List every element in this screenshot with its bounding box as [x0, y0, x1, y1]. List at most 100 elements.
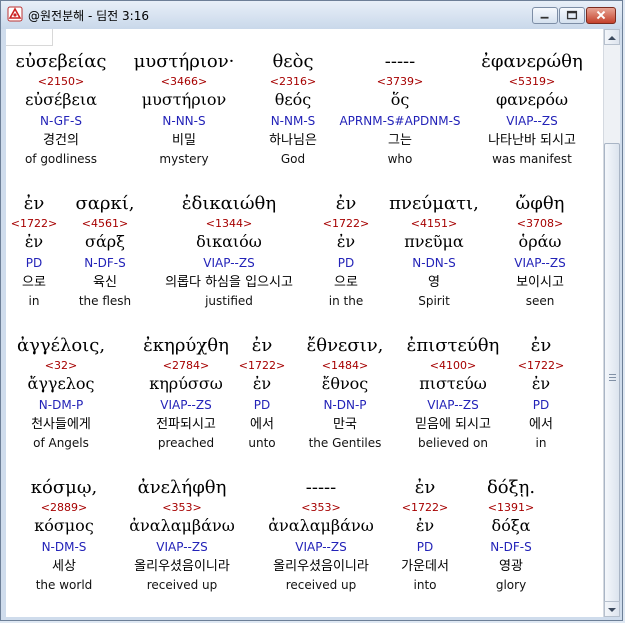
- english-gloss: of godliness: [24, 152, 98, 166]
- korean-gloss: 의롭다 하심을 입으시고: [165, 275, 293, 290]
- strong-number: <2316>: [269, 75, 317, 88]
- lemma: ἐν: [24, 232, 44, 251]
- english-gloss: the world: [35, 578, 93, 592]
- vertical-scrollbar[interactable]: [603, 29, 620, 617]
- lemma: ἐν: [252, 374, 272, 393]
- lemma: ἐν: [531, 374, 551, 393]
- english-gloss: glory: [495, 578, 527, 592]
- korean-gloss: 비밀: [172, 133, 196, 148]
- english-gloss: justified: [205, 294, 253, 308]
- app-logo-icon: [7, 6, 23, 22]
- strong-number: <2889>: [40, 501, 88, 514]
- strong-number: <353>: [162, 501, 202, 514]
- app-window: @원전분해 - 딤전 3:16 εὐσεβείας <2150> εὐσέβεια N…: [0, 0, 623, 621]
- strong-number: <3466>: [160, 75, 208, 88]
- lemma: εὐσέβεια: [25, 90, 97, 109]
- greek-word: -----: [384, 51, 416, 72]
- korean-gloss: 으로: [22, 275, 46, 290]
- window-title: @원전분해 - 딤전 3:16: [28, 9, 149, 23]
- morphology-code: N-DF-S: [490, 540, 532, 554]
- lemma: δόξα: [491, 516, 531, 535]
- strong-number: <1722>: [238, 359, 286, 372]
- greek-word: ἐν: [335, 193, 357, 214]
- greek-word: ἐν: [530, 335, 552, 356]
- maximize-button[interactable]: [559, 7, 585, 24]
- english-gloss: the Gentiles: [308, 436, 382, 450]
- greek-word: ἐφανερώθη: [481, 51, 583, 72]
- greek-word: ἔθνεσιν,: [306, 335, 384, 356]
- greek-word: σαρκί,: [75, 193, 135, 214]
- greek-word: εὐσεβείας: [15, 51, 107, 72]
- greek-word: πνεύματι,: [389, 193, 479, 214]
- strong-number: <2784>: [162, 359, 210, 372]
- greek-word: ὤφθη: [515, 193, 565, 214]
- korean-gloss: 올리우셨음이니라: [134, 559, 230, 574]
- scroll-thumb[interactable]: [604, 143, 620, 613]
- strong-number: <1722>: [322, 217, 370, 230]
- strong-number: <2150>: [37, 75, 85, 88]
- strong-number: <1391>: [487, 501, 535, 514]
- title-bar[interactable]: @원전분해 - 딤전 3:16: [1, 1, 622, 29]
- interlinear-panel: εὐσεβείας <2150> εὐσέβεια N-GF-S 경건의 of godli…: [6, 29, 603, 617]
- morphology-code: N-DN-S: [412, 256, 456, 270]
- english-gloss: in: [535, 436, 547, 450]
- english-gloss: who: [387, 152, 413, 166]
- morphology-code: VIAP--ZS: [156, 540, 208, 554]
- strong-number: <32>: [44, 359, 78, 372]
- close-icon: [596, 10, 606, 20]
- korean-gloss: 전파되시고: [156, 417, 216, 432]
- lemma: ἀναλαμβάνω: [268, 516, 374, 535]
- morphology-code: VIAP--ZS: [203, 256, 255, 270]
- korean-gloss: 가운데서: [401, 559, 449, 574]
- scroll-down-button[interactable]: [604, 601, 620, 617]
- lemma: ἄγγελος: [27, 374, 95, 393]
- english-gloss: seen: [525, 294, 555, 308]
- top-left-blank: [6, 29, 53, 46]
- korean-gloss: 에서: [250, 417, 274, 432]
- maximize-icon: [566, 10, 578, 20]
- greek-word: δόξῃ.: [486, 477, 536, 498]
- lemma: ἀναλαμβάνω: [129, 516, 235, 535]
- greek-word: ἐδικαιώθη: [181, 193, 277, 214]
- lemma: μυστήριον: [141, 90, 227, 109]
- morphology-code: N-NM-S: [270, 114, 316, 128]
- chevron-down-icon: [608, 608, 616, 612]
- lemma: κόσμος: [34, 516, 94, 535]
- morphology-code: N-DM-S: [41, 540, 87, 554]
- korean-gloss: 올리우셨음이니라: [273, 559, 369, 574]
- korean-gloss: 만국: [333, 417, 357, 432]
- morphology-code: N-DN-P: [323, 398, 367, 412]
- greek-word: ἐν: [23, 193, 45, 214]
- greek-word: ἐν: [414, 477, 436, 498]
- english-gloss: God: [280, 152, 306, 166]
- english-gloss: preached: [157, 436, 215, 450]
- greek-word: ἀνελήφθη: [137, 477, 227, 498]
- strong-number: <1484>: [321, 359, 369, 372]
- minimize-button[interactable]: [532, 7, 558, 24]
- morphology-code: PD: [253, 398, 271, 412]
- greek-word: κόσμῳ,: [30, 477, 98, 498]
- strong-number: <4100>: [429, 359, 477, 372]
- lemma: φανερόω: [495, 90, 569, 109]
- korean-gloss: 에서: [529, 417, 553, 432]
- morphology-code: N-GF-S: [40, 114, 82, 128]
- korean-gloss: 나타난바 되시고: [488, 133, 576, 148]
- morphology-code: VIAP--ZS: [295, 540, 347, 554]
- morphology-code: PD: [337, 256, 355, 270]
- strong-number: <1722>: [517, 359, 565, 372]
- korean-gloss: 경건의: [43, 133, 79, 148]
- close-button[interactable]: [586, 7, 616, 24]
- lemma: ἐν: [415, 516, 435, 535]
- minimize-icon: [540, 16, 549, 19]
- greek-word: θεὸς: [272, 51, 314, 72]
- korean-gloss: 그는: [388, 133, 412, 148]
- lemma: ὅς: [390, 90, 410, 109]
- english-gloss: of Angels: [33, 436, 89, 450]
- english-gloss: unto: [248, 436, 276, 450]
- chevron-up-icon: [608, 36, 616, 40]
- scroll-up-button[interactable]: [604, 29, 620, 45]
- lemma: πνεῦμα: [404, 232, 464, 251]
- korean-gloss: 믿음에 되시고: [415, 417, 491, 432]
- greek-word: ἀγγέλοις,: [16, 335, 106, 356]
- english-gloss: mystery: [159, 152, 209, 166]
